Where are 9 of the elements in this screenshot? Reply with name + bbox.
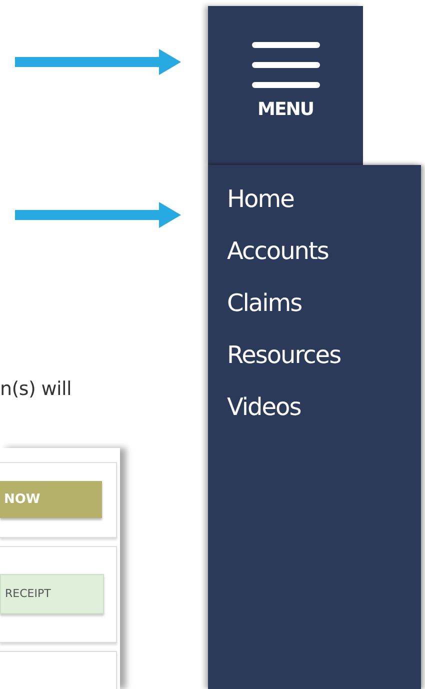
menu-item[interactable]: Home <box>208 174 294 225</box>
menu-item[interactable]: Claims <box>208 278 302 329</box>
receipt-button[interactable]: RECEIPT <box>0 574 104 614</box>
menu-item[interactable]: Videos <box>208 382 301 433</box>
instruction-text: n(s) will <box>0 377 72 402</box>
menu-item[interactable]: Resources <box>208 330 341 381</box>
menu-icon <box>252 42 320 88</box>
menu-item[interactable]: Accounts <box>208 226 328 277</box>
menu-button[interactable]: MENU <box>208 6 363 165</box>
